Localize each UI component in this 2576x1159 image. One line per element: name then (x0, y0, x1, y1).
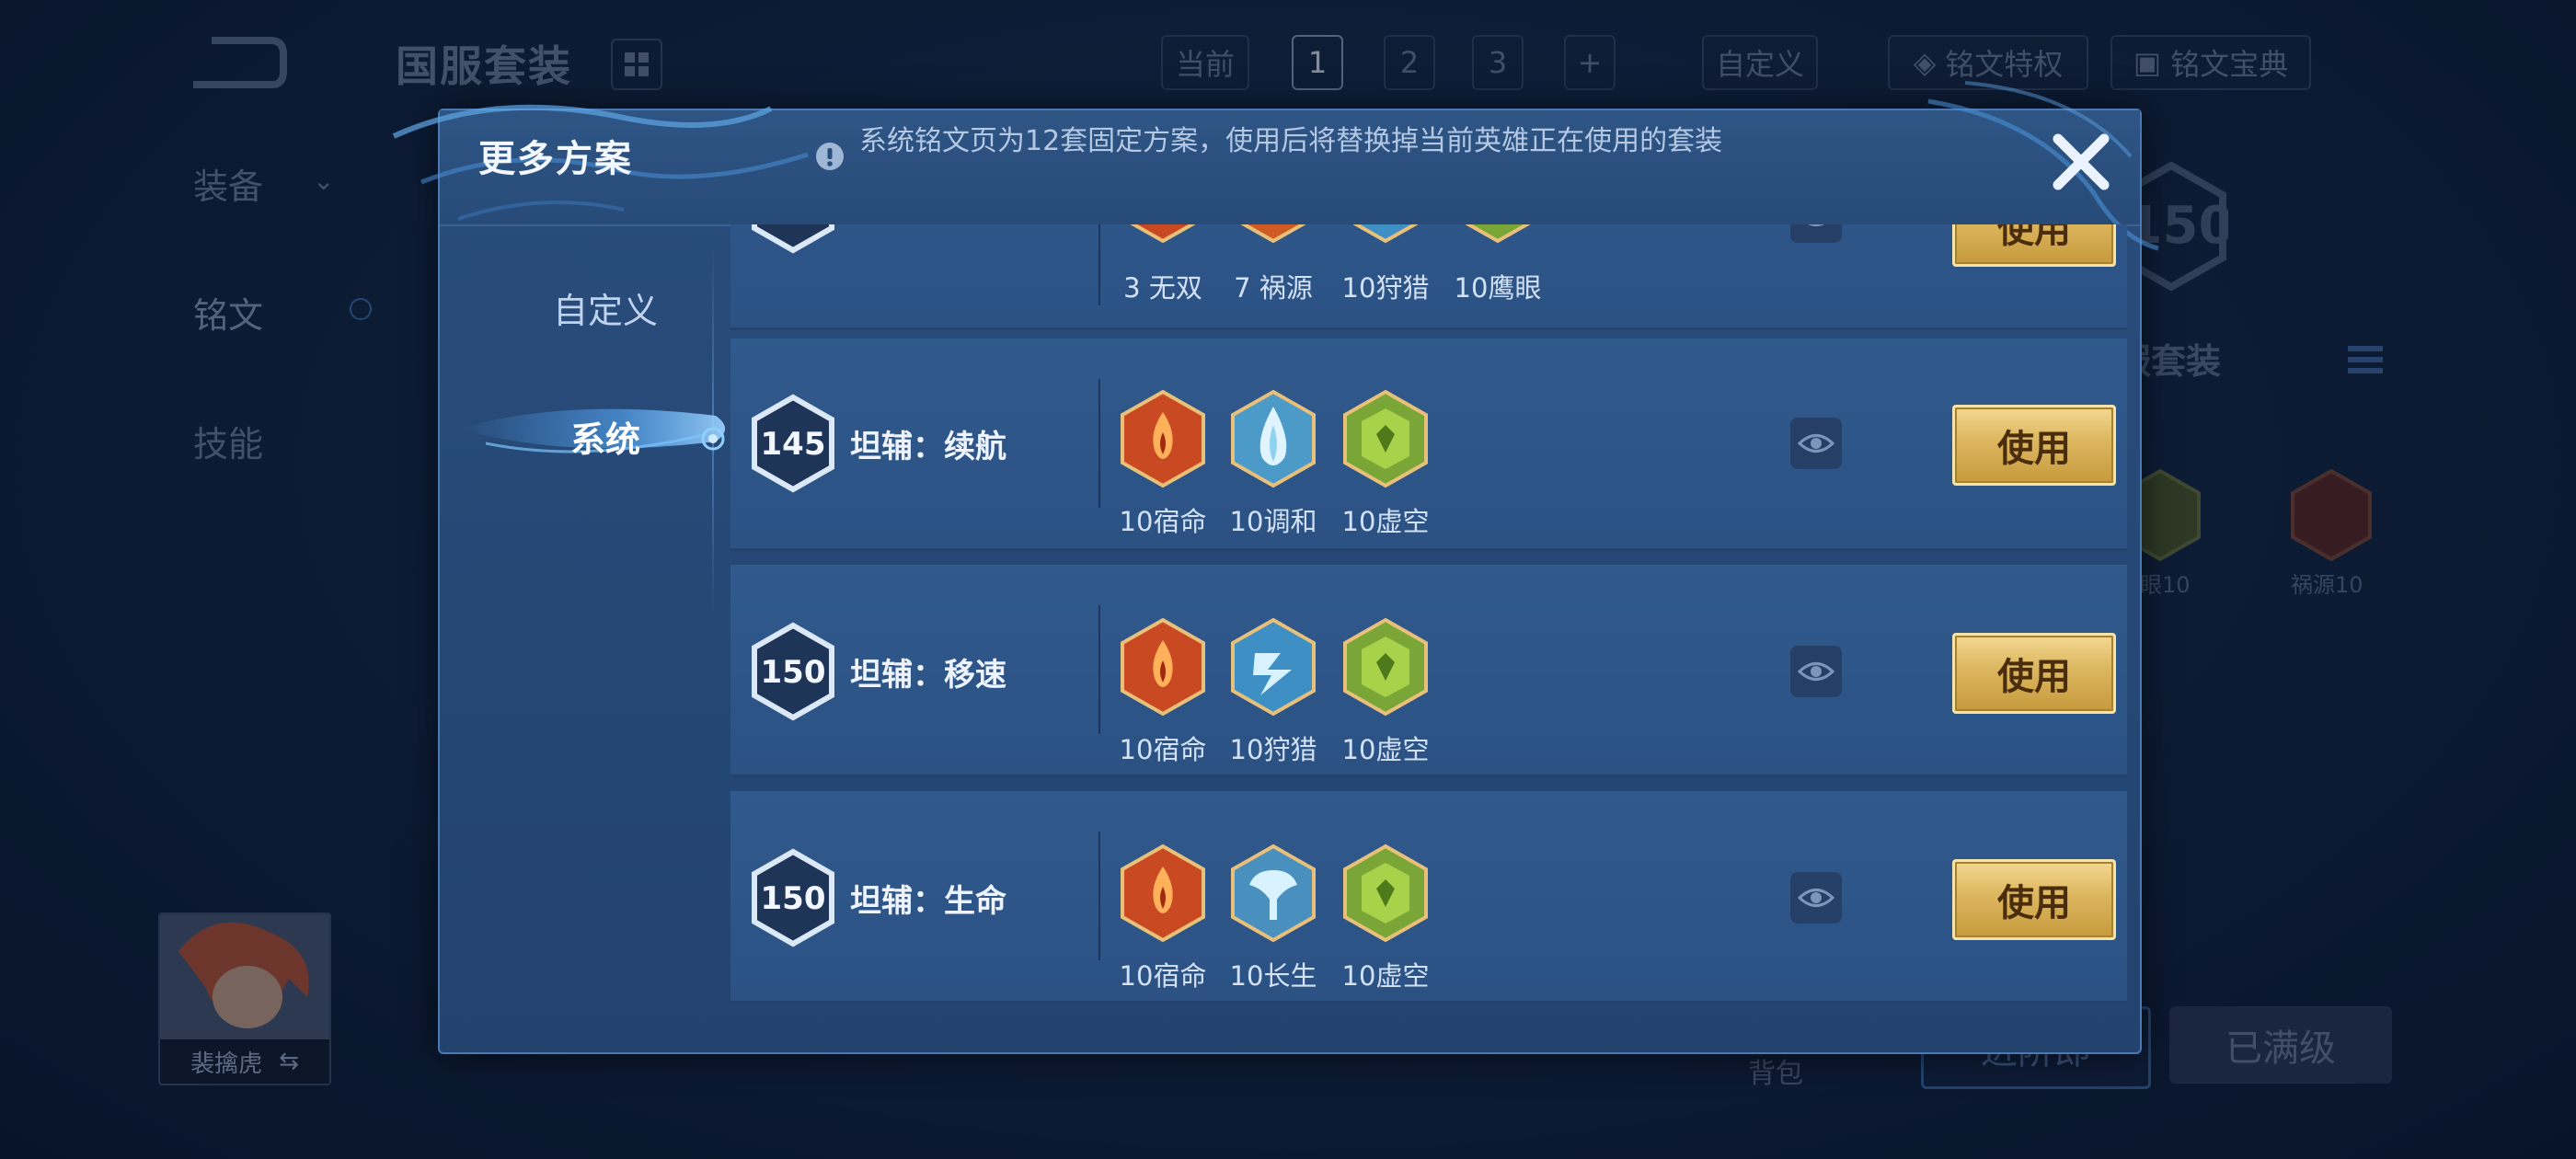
bg-rune-label: 祸源10 (2291, 572, 2363, 598)
hero-name-bar: 裴擒虎 ⇆ (160, 1039, 329, 1084)
grid-icon[interactable] (611, 39, 662, 90)
chevron-down-icon: ⌄ (313, 166, 335, 196)
bag-label: 背包 (1748, 1058, 1803, 1090)
svg-text:150: 150 (761, 654, 826, 691)
rune-label: 10调和 (1229, 506, 1317, 537)
preset-name: 坦辅：生命 (850, 883, 1006, 920)
use-button[interactable]: 使用 (1952, 224, 2116, 267)
level-badge-icon: 150 (752, 848, 834, 947)
rune-red-icon (1121, 617, 1205, 717)
svg-text:145: 145 (761, 426, 826, 463)
rune-label: 10虚空 (1341, 960, 1430, 992)
nav-skills[interactable]: 技能 (193, 416, 263, 466)
card-divider (1098, 379, 1100, 508)
rune-label: 10狩猎 (1341, 272, 1430, 304)
preset-card: 150 坦辅：移速 10宿命 10狩猎 10虚空 使用 (730, 565, 2127, 777)
privilege-button[interactable]: ◈ 铭文特权 (1888, 35, 2088, 90)
maxed-button: 已满级 (2169, 1006, 2392, 1084)
rune-green-icon (1343, 389, 1428, 488)
swap-icon[interactable]: ⇆ (279, 1048, 299, 1075)
page-tab-1[interactable]: 1 (1292, 35, 1343, 90)
rune-red-icon (1121, 843, 1205, 943)
nav-equipment[interactable]: 装备 (193, 158, 263, 209)
preview-button[interactable] (1790, 418, 1842, 469)
nav-runes[interactable]: 铭文 (193, 287, 263, 338)
rune-label: 10虚空 (1341, 734, 1430, 765)
codex-button[interactable]: ▣ 铭文宝典 (2110, 35, 2311, 90)
eye-icon (1798, 889, 1834, 907)
tab-system[interactable]: 系统 (467, 390, 743, 482)
more-plans-dialog: 更多方案 系统铭文页为12套固定方案，使用后将替换掉当前英雄正在使用的套装 自定… (392, 81, 2159, 1054)
add-page-button[interactable]: + (1564, 35, 1616, 90)
rune-green-icon (1343, 617, 1428, 717)
rune-red-icon (1121, 389, 1205, 488)
rune-blue-icon (1231, 389, 1316, 488)
rune-label: 10宿命 (1119, 506, 1207, 537)
rune-green-icon (1465, 224, 1531, 244)
rune-blue-icon (1231, 843, 1316, 943)
preset-name: 坦辅：续航 (850, 429, 1006, 465)
rune-label: 10虚空 (1341, 506, 1430, 537)
info-icon (816, 143, 844, 170)
close-button[interactable] (2041, 121, 2122, 202)
use-button[interactable]: 使用 (1952, 859, 2116, 940)
rune-label: 10鹰眼 (1454, 272, 1542, 304)
tab-custom[interactable]: 自定义 (467, 261, 743, 353)
eye-icon (1798, 662, 1834, 681)
rune-green-icon (1343, 843, 1428, 943)
eye-icon (1798, 434, 1834, 453)
notice-text: 系统铭文页为12套固定方案，使用后将替换掉当前英雄正在使用的套装 (859, 125, 1723, 157)
rune-label: 7 祸源 (1234, 272, 1313, 304)
rune-blue-icon (1352, 224, 1419, 244)
background-title: 国服套装 (396, 41, 572, 91)
card-divider (1098, 832, 1100, 960)
preview-button[interactable] (1790, 224, 1842, 243)
rune-label: 3 无双 (1123, 272, 1202, 304)
preview-button[interactable] (1790, 872, 1842, 924)
nav-indicator-dot (350, 298, 372, 320)
current-label: 当前 (1161, 35, 1249, 90)
rune-blue-icon (1231, 617, 1316, 717)
back-icon[interactable] (184, 33, 287, 92)
rune-label: 10长生 (1229, 960, 1317, 992)
page-tab-2[interactable]: 2 (1384, 35, 1435, 90)
rune-red-icon (1130, 224, 1196, 244)
close-icon (2053, 133, 2110, 190)
svg-text:150: 150 (2127, 196, 2228, 256)
dialog-title: 更多方案 (478, 138, 633, 180)
rune-red-icon (1240, 224, 1306, 244)
hero-avatar[interactable]: 裴擒虎 ⇆ (158, 912, 331, 1085)
preview-button[interactable] (1790, 646, 1842, 697)
list-icon[interactable] (2344, 339, 2386, 381)
book-icon: ◈ (1913, 45, 1937, 80)
preset-list[interactable]: 3 无双 7 祸源 10狩猎 10鹰眼 使用 145 坦辅：续航 10宿命 10… (730, 224, 2129, 1043)
hero-portrait (160, 914, 329, 1039)
level-badge-icon: 145 (752, 394, 834, 493)
preset-card: 150 坦辅：生命 10宿命 10长生 10虚空 使用 (730, 791, 2127, 1004)
level-badge-icon: 150 (752, 622, 834, 721)
use-button[interactable]: 使用 (1952, 633, 2116, 714)
use-button[interactable]: 使用 (1952, 405, 2116, 486)
preset-name: 坦辅：移速 (850, 657, 1006, 694)
preset-card: 3 无双 7 祸源 10狩猎 10鹰眼 使用 (730, 224, 2127, 330)
custom-button[interactable]: 自定义 (1702, 35, 1818, 90)
rune-label: 10宿命 (1119, 960, 1207, 992)
preset-card: 145 坦辅：续航 10宿命 10调和 10虚空 使用 (730, 339, 2127, 551)
rune-label: 10狩猎 (1229, 734, 1317, 765)
card-divider (1098, 605, 1100, 734)
eye-icon (1808, 224, 1824, 226)
level-badge-icon (752, 224, 834, 254)
bg-rune-red-icon (2291, 468, 2372, 562)
svg-text:150: 150 (761, 880, 826, 917)
codex-icon: ▣ (2133, 45, 2162, 80)
rune-label: 10宿命 (1119, 734, 1207, 765)
page-tab-3[interactable]: 3 (1472, 35, 1524, 90)
